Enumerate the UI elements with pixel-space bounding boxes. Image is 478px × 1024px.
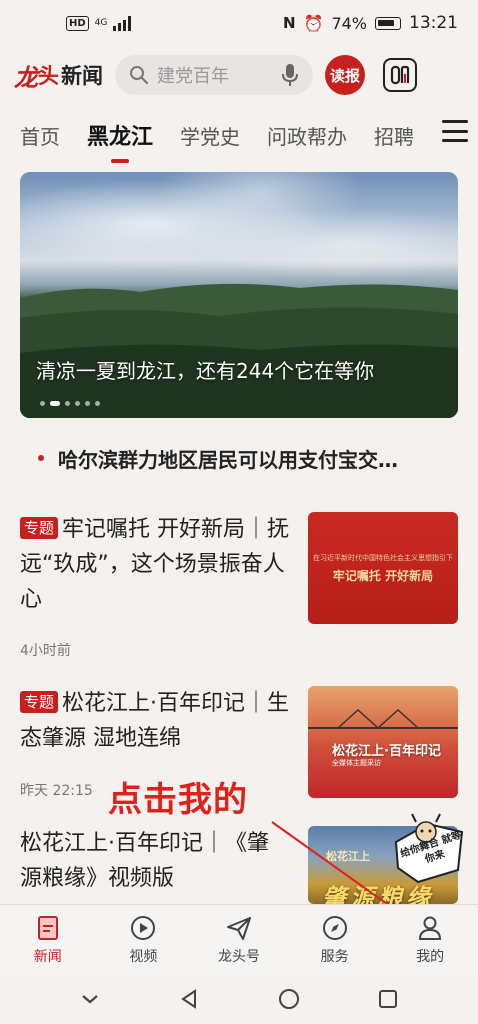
- battery-icon: [375, 16, 401, 30]
- thumbnail-subtitle: 全媒体主题采访: [332, 759, 381, 767]
- search-bar[interactable]: 建党百年: [115, 55, 313, 95]
- search-icon: [130, 66, 149, 85]
- logo-part3: 新闻: [61, 64, 103, 88]
- topic-badge: 专题: [20, 517, 59, 539]
- nav-longtou-label: 龙头号: [217, 948, 260, 965]
- bridge-graphic: [308, 708, 458, 729]
- nav-mine-label: 我的: [416, 948, 445, 965]
- topic-badge: 专题: [20, 691, 59, 713]
- tab-heilongjiang[interactable]: 黑龙江: [87, 119, 153, 151]
- home-icon[interactable]: [277, 987, 301, 1011]
- headline-link[interactable]: 哈尔滨群力地区居民可以用支付宝交…: [40, 444, 398, 473]
- nav-service-label: 服务: [320, 948, 349, 965]
- logo-part2: 头: [38, 64, 59, 88]
- news-item[interactable]: 专题 牢记嘱托 开好新局｜抚远“玖成”，这个场景振奋人心 在习近平新时代中国特色社…: [20, 512, 458, 659]
- news-icon: [37, 915, 58, 940]
- signal-icon: [113, 15, 132, 31]
- annotation-label: 点击我的: [108, 780, 248, 820]
- nfc-icon: N: [282, 14, 296, 32]
- news-thumbnail: 松花江上·百年印记 全媒体主题采访: [308, 686, 458, 798]
- paper-plane-icon: [226, 916, 251, 940]
- bottom-nav: 新闻 视频 龙头号 服务 我的: [0, 904, 478, 974]
- nav-news[interactable]: 新闻: [0, 905, 96, 974]
- clock: 13:21: [409, 13, 458, 33]
- battery-percent: 74%: [331, 13, 367, 33]
- news-time: 昨天 22:15: [20, 783, 93, 799]
- system-nav-bar: [0, 974, 478, 1024]
- news-title-block: 专题 松花江上·百年印记｜生态肇源 湿地连绵: [20, 686, 290, 756]
- nav-longtou[interactable]: 龙头号: [191, 905, 287, 974]
- nav-video-label: 视频: [129, 948, 158, 965]
- news-title: 牢记嘱托 开好新局｜抚远“玖成”，这个场景振奋人心: [20, 517, 290, 612]
- app-header: 龙 头 新闻 建党百年 读报: [0, 48, 478, 102]
- tab-recruitment[interactable]: 招聘: [374, 121, 414, 150]
- news-thumbnail: 在习近平新时代中国特色社会主义思想指引下 牢记嘱托 开好新局: [308, 512, 458, 624]
- thumbnail-title: 牢记嘱托 开好新局: [332, 568, 434, 583]
- thumbnail-title: 松花江上·百年印记: [332, 744, 441, 759]
- channel-tabs: 首页 黑龙江 学党史 问政帮办 招聘: [0, 108, 478, 162]
- nav-mine[interactable]: 我的: [382, 905, 478, 974]
- user-icon: [419, 916, 442, 940]
- thumbnail-title: 松花江上: [326, 850, 370, 863]
- news-item[interactable]: 专题 松花江上·百年印记｜生态肇源 湿地连绵 松花江上·百年印记 全媒体主题采访 …: [20, 686, 458, 799]
- hd-badge: HD: [66, 15, 89, 31]
- news-title-block: 专题 牢记嘱托 开好新局｜抚远“玖成”，这个场景振奋人心: [20, 512, 290, 617]
- read-paper-button[interactable]: 读报: [325, 55, 365, 95]
- news-title: 松花江上·百年印记｜生态肇源 湿地连绵: [20, 691, 290, 751]
- logo-part1: 龙: [14, 62, 38, 92]
- thumbnail-subtitle: 在习近平新时代中国特色社会主义思想指引下: [313, 553, 453, 562]
- search-placeholder: 建党百年: [157, 66, 229, 87]
- compass-icon: [322, 915, 347, 940]
- banner-caption: 清凉一夏到龙江，还有244个它在等你: [36, 359, 375, 383]
- nav-service[interactable]: 服务: [287, 905, 383, 974]
- menu-icon[interactable]: [442, 120, 468, 142]
- carousel-dots: [40, 401, 100, 406]
- status-right: N ⏰ 74% 13:21: [283, 13, 458, 33]
- alarm-icon: ⏰: [303, 13, 324, 33]
- tab-home[interactable]: 首页: [20, 121, 60, 150]
- nav-news-label: 新闻: [33, 948, 62, 965]
- tab-inquiry-help[interactable]: 问政帮办: [267, 121, 347, 150]
- app-logo: 龙 头 新闻: [14, 58, 103, 93]
- status-left: HD 4G: [66, 15, 132, 31]
- chevron-down-icon[interactable]: [78, 987, 102, 1011]
- video-icon: [131, 915, 156, 940]
- microphone-icon[interactable]: [281, 63, 299, 87]
- apps-icon[interactable]: [383, 58, 417, 92]
- recents-icon[interactable]: [376, 987, 400, 1011]
- back-icon[interactable]: [177, 987, 201, 1011]
- headline-text: 哈尔滨群力地区居民可以用支付宝交…: [58, 448, 398, 472]
- hero-banner[interactable]: 清凉一夏到龙江，还有244个它在等你: [20, 172, 458, 418]
- news-time: 4小时前: [20, 643, 71, 659]
- network-type: 4G: [94, 17, 108, 28]
- tab-party-history[interactable]: 学党史: [180, 121, 240, 150]
- nav-video[interactable]: 视频: [96, 905, 192, 974]
- status-bar: HD 4G N ⏰ 74% 13:21: [0, 0, 478, 46]
- news-title: 松花江上·百年印记｜《肇源粮缘》视频版: [20, 831, 269, 891]
- banner-landscape: [20, 283, 458, 418]
